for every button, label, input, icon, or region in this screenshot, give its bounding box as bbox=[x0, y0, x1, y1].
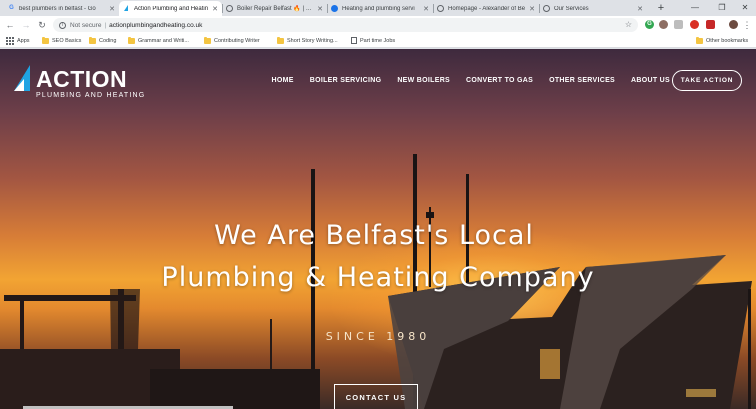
bookmark-label: Grammar and Writi... bbox=[138, 37, 189, 44]
pdf-extension-icon[interactable] bbox=[706, 20, 715, 29]
hero-section: ACTION PLUMBING AND HEATING HOME BOILER … bbox=[0, 49, 756, 409]
globe-favicon-icon bbox=[226, 5, 233, 12]
apps-grid-icon bbox=[6, 36, 14, 45]
browser-tab[interactable]: Homepage - Alexander of Be ✕ bbox=[433, 1, 539, 16]
extension-icon[interactable] bbox=[659, 20, 668, 29]
nav-about-us[interactable]: ABOUT US bbox=[631, 77, 670, 84]
extension-icon[interactable] bbox=[674, 20, 683, 29]
nav-new-boilers[interactable]: NEW BOILERS bbox=[397, 77, 450, 84]
folder-icon bbox=[277, 36, 284, 44]
logo-wordmark: ACTION bbox=[36, 66, 128, 92]
folder-icon bbox=[42, 36, 49, 44]
nav-boiler-servicing[interactable]: BOILER SERVICING bbox=[310, 77, 382, 84]
tab-title: Action Plumbing and Heatin bbox=[134, 5, 209, 12]
url-separator: | bbox=[104, 21, 107, 29]
restore-button[interactable]: ❐ bbox=[711, 0, 733, 15]
browser-tab[interactable]: G best plumbers in belfast - Go ✕ bbox=[4, 1, 119, 16]
grammarly-extension-icon[interactable]: G bbox=[645, 20, 654, 29]
back-arrow-icon[interactable]: ← bbox=[3, 18, 17, 32]
reload-icon[interactable]: ↻ bbox=[35, 18, 49, 32]
tab-close-icon[interactable]: ✕ bbox=[423, 5, 429, 13]
menu-kebab-icon[interactable]: ⋮ bbox=[741, 18, 753, 32]
tab-close-icon[interactable]: ✕ bbox=[109, 5, 115, 13]
contact-us-button[interactable]: CONTACT US bbox=[334, 384, 418, 409]
tab-title: Heating and plumbing servi bbox=[342, 5, 415, 12]
bookmark-folder[interactable]: SEO Basics bbox=[42, 35, 81, 46]
tab-close-icon[interactable]: ✕ bbox=[317, 5, 323, 13]
bookmark-folder[interactable]: Grammar and Writi... bbox=[128, 35, 189, 46]
bookmark-folder[interactable]: Short Story Writing... bbox=[277, 35, 338, 46]
logo-tagline: PLUMBING AND HEATING bbox=[36, 92, 146, 99]
address-bar[interactable]: i Not secure | actionplumbingandheating.… bbox=[53, 18, 638, 32]
bookmark-apps[interactable]: Apps bbox=[6, 35, 30, 46]
bookmark-label: Part time Jobs bbox=[360, 37, 396, 44]
tab-title: Boiler Repair Belfast 🔥 | Hea bbox=[237, 6, 314, 12]
site-favicon-icon bbox=[331, 5, 338, 12]
profile-avatar[interactable] bbox=[729, 20, 738, 29]
tab-title: Our Services bbox=[554, 5, 589, 12]
folder-icon bbox=[696, 36, 703, 44]
browser-tab[interactable]: Our Services ✕ bbox=[539, 1, 647, 16]
nav-convert-to-gas[interactable]: CONVERT TO GAS bbox=[466, 77, 533, 84]
tab-close-icon[interactable]: ✕ bbox=[637, 5, 643, 13]
url-text[interactable]: actionplumbingandheating.co.uk bbox=[109, 22, 202, 29]
nav-other-services[interactable]: OTHER SERVICES bbox=[549, 77, 615, 84]
bookmarks-bar: Apps SEO Basics Coding Grammar and Writi… bbox=[0, 34, 756, 48]
tab-title: Homepage - Alexander of Be bbox=[448, 5, 526, 12]
tab-strip: G best plumbers in belfast - Go ✕ Action… bbox=[0, 0, 756, 16]
bookmark-label: Apps bbox=[17, 37, 30, 44]
site-favicon-icon bbox=[123, 5, 130, 12]
tab-close-icon[interactable]: ✕ bbox=[529, 5, 535, 13]
bookmark-label: SEO Basics bbox=[52, 37, 82, 44]
bookmark-label: Contributing Writer bbox=[214, 37, 260, 44]
bookmark-label: Other bookmarks bbox=[706, 37, 749, 44]
nav-home[interactable]: HOME bbox=[272, 77, 294, 84]
tab-title: best plumbers in belfast - Go bbox=[19, 5, 96, 12]
forward-arrow-icon[interactable]: → bbox=[19, 18, 33, 32]
main-nav: HOME BOILER SERVICING NEW BOILERS CONVER… bbox=[272, 77, 670, 84]
browser-tab[interactable]: Boiler Repair Belfast 🔥 | Hea ✕ bbox=[222, 1, 327, 16]
folder-icon bbox=[89, 36, 96, 44]
bookmark-page[interactable]: Part time Jobs bbox=[351, 35, 395, 46]
browser-tab[interactable]: Heating and plumbing servi ✕ bbox=[327, 1, 433, 16]
bookmark-label: Coding bbox=[99, 37, 117, 44]
info-icon[interactable]: i bbox=[59, 21, 66, 29]
bookmark-folder[interactable]: Coding bbox=[89, 35, 116, 46]
bookmark-folder[interactable]: Contributing Writer bbox=[204, 35, 260, 46]
security-status: Not secure bbox=[70, 21, 102, 29]
folder-icon bbox=[204, 36, 211, 44]
browser-tab-active[interactable]: Action Plumbing and Heatin ✕ bbox=[119, 1, 222, 16]
bookmark-star-icon[interactable]: ☆ bbox=[625, 20, 632, 29]
logo-mark-icon bbox=[14, 65, 30, 91]
take-action-button[interactable]: TAKE ACTION bbox=[672, 70, 742, 91]
page-icon bbox=[351, 37, 357, 44]
abp-extension-icon[interactable] bbox=[690, 20, 699, 29]
folder-icon bbox=[128, 36, 135, 44]
hero-headline-line1: We Are Belfast's Local bbox=[214, 220, 534, 251]
globe-favicon-icon bbox=[543, 5, 550, 12]
other-bookmarks[interactable]: Other bookmarks bbox=[696, 35, 748, 46]
globe-favicon-icon bbox=[437, 5, 444, 12]
site-logo[interactable]: ACTION PLUMBING AND HEATING bbox=[12, 61, 145, 103]
hero-headline-line2: Plumbing & Heating Company bbox=[161, 262, 595, 293]
tab-close-icon[interactable]: ✕ bbox=[212, 5, 218, 13]
browser-toolbar: ← → ↻ i Not secure | actionplumbingandhe… bbox=[0, 16, 756, 34]
minimize-button[interactable]: — bbox=[684, 0, 706, 15]
bookmark-label: Short Story Writing... bbox=[287, 37, 338, 44]
google-favicon-icon: G bbox=[9, 5, 14, 11]
new-tab-button[interactable]: + bbox=[655, 1, 667, 15]
close-window-button[interactable]: ✕ bbox=[734, 0, 756, 15]
since-tagline: SINCE 1980 bbox=[325, 330, 431, 343]
